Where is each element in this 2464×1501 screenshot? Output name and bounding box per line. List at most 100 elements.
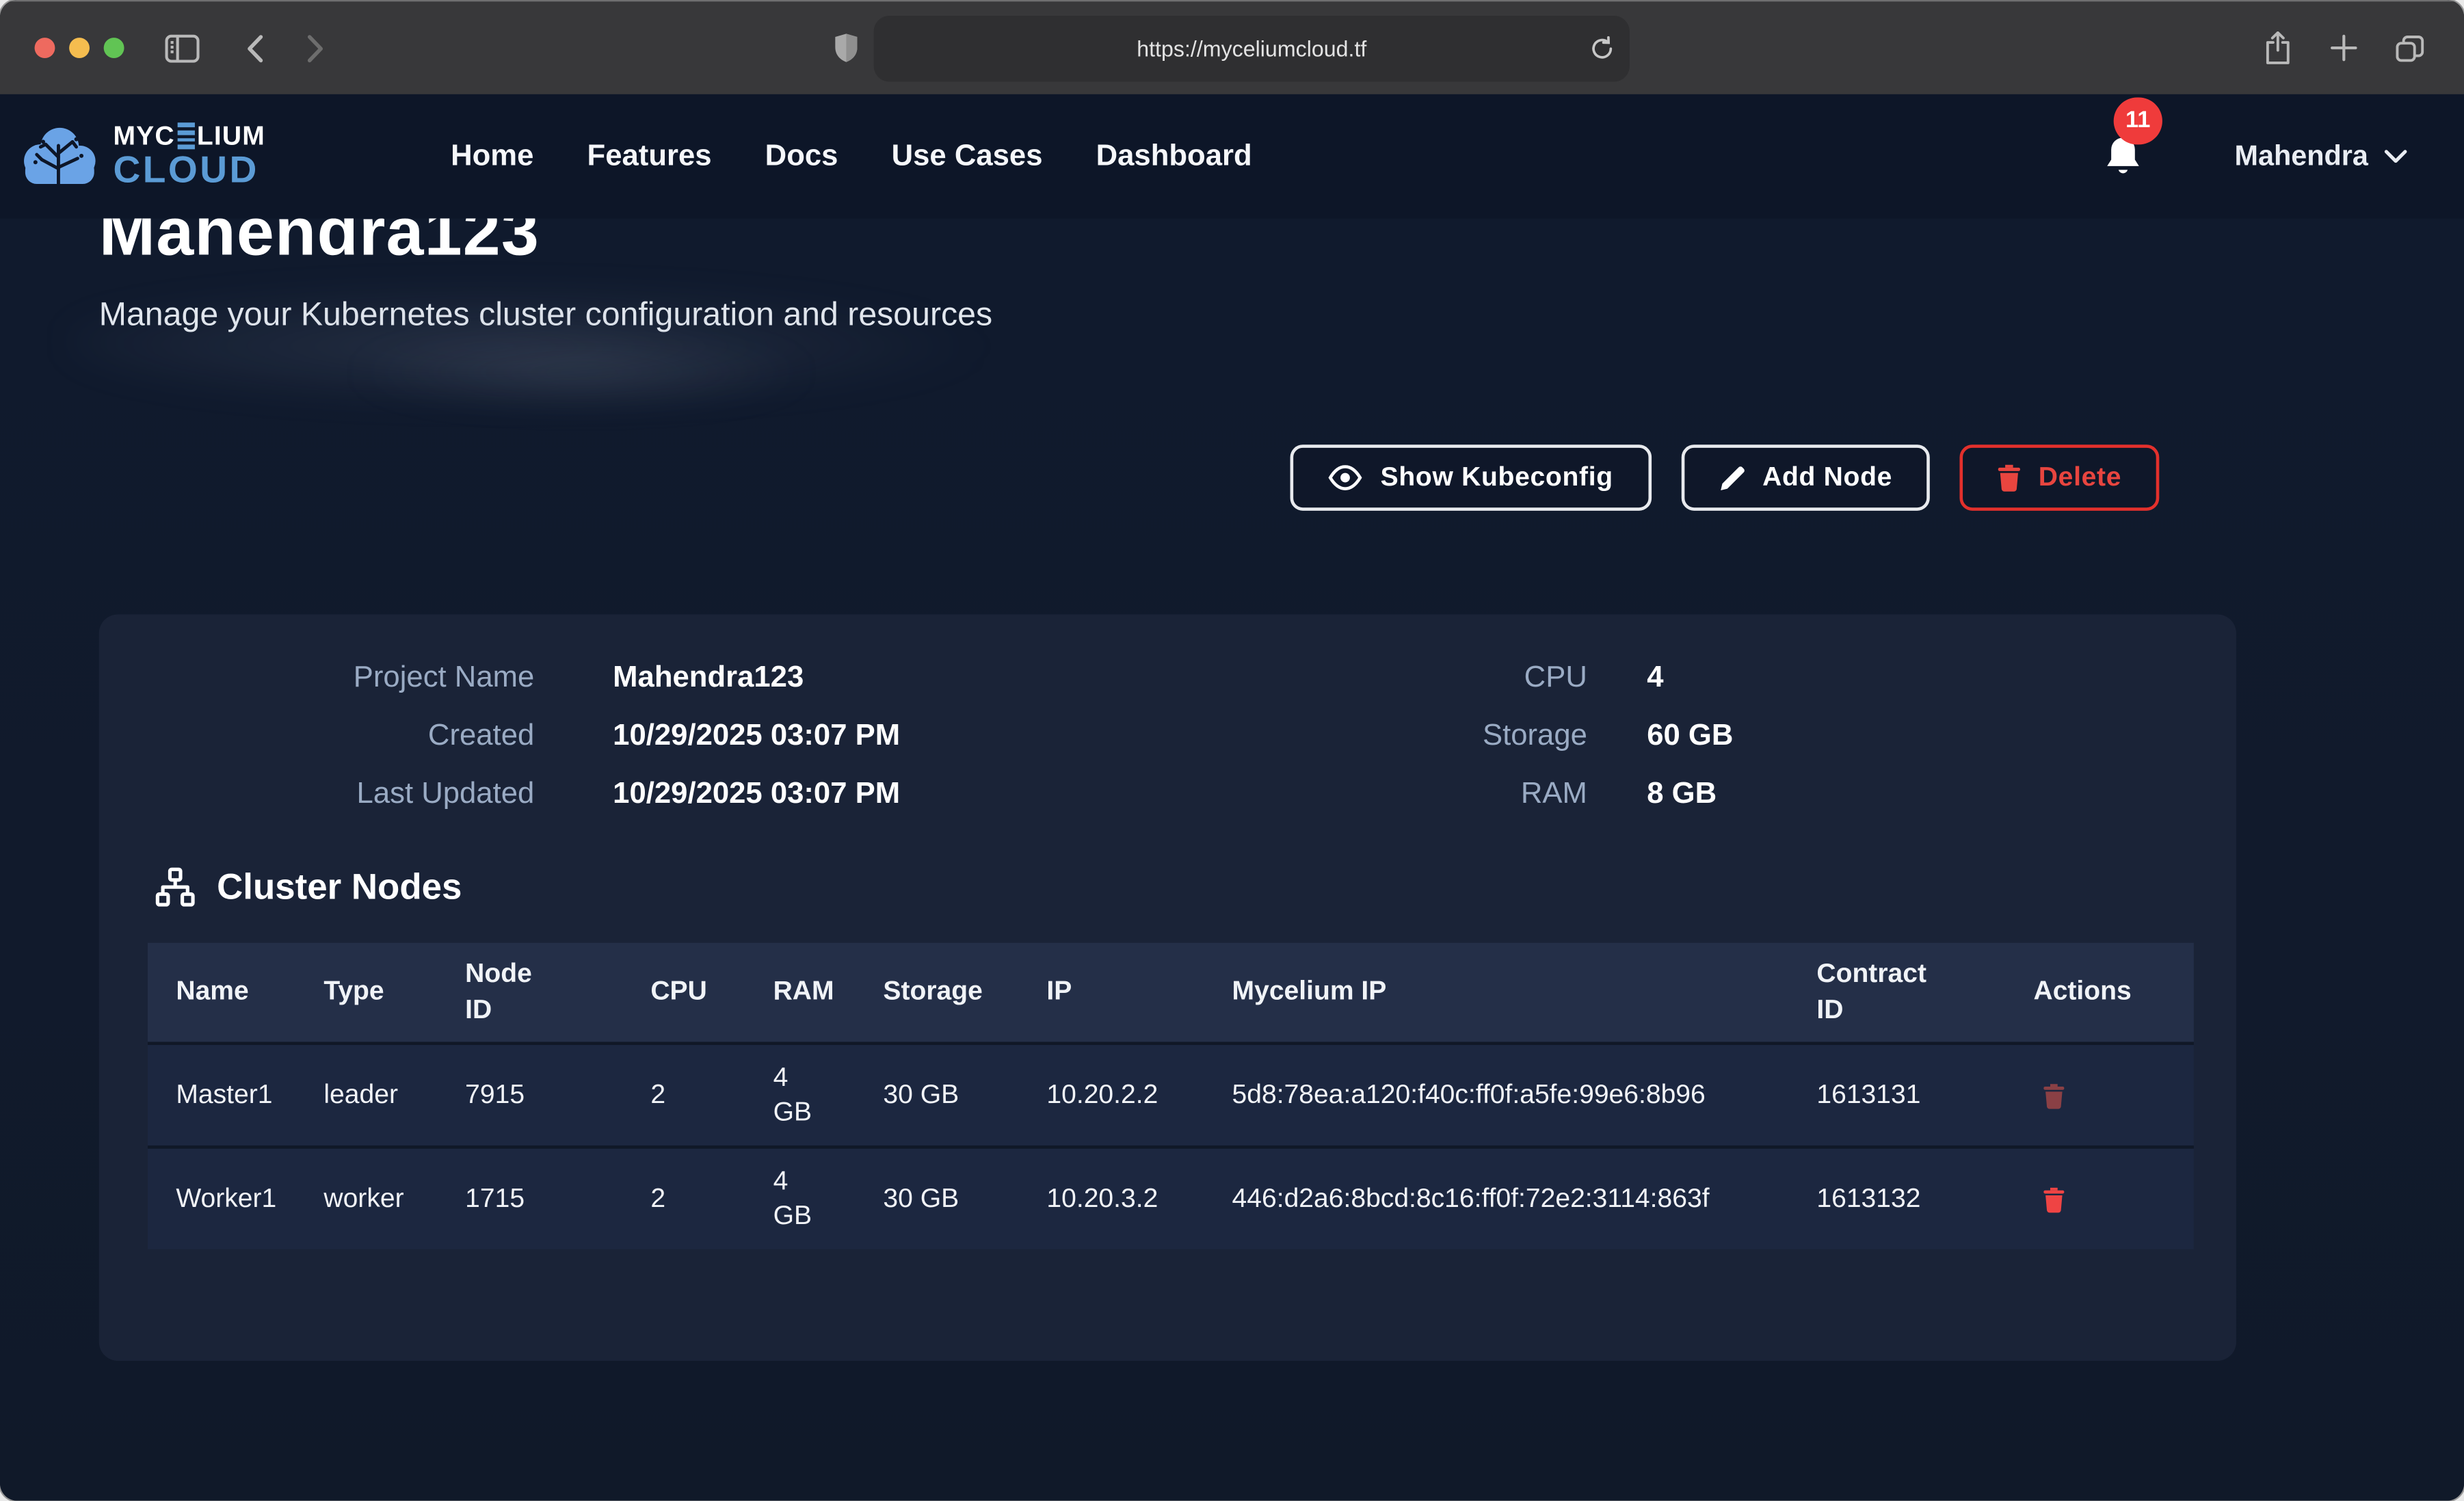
detail-label: Storage — [1351, 719, 1587, 754]
node-ram: 4 GB — [773, 1061, 884, 1130]
pencil-icon — [1719, 464, 1745, 491]
trash-icon — [2043, 1186, 2065, 1212]
notification-count-badge: 11 — [2114, 96, 2162, 144]
screen: https://myceliumcloud.tf — [0, 0, 2464, 1500]
forward-button[interactable] — [291, 25, 338, 72]
nav-item-dashboard[interactable]: Dashboard — [1096, 139, 1252, 174]
node-cpu: 2 — [650, 1182, 773, 1217]
node-storage: 30 GB — [883, 1182, 1046, 1217]
delete-cluster-button[interactable]: Delete — [1960, 444, 2159, 511]
address-bar[interactable]: https://myceliumcloud.tf — [874, 15, 1630, 81]
node-contract-id: 1613132 — [1816, 1182, 2033, 1217]
ram-value: 8 GB — [1647, 778, 2173, 812]
tab-overview-icon[interactable] — [2385, 25, 2433, 72]
project-name-value: Mahendra123 — [613, 661, 1351, 696]
detail-label: CPU — [1351, 661, 1587, 696]
detail-label: Last Updated — [157, 778, 534, 812]
detail-row: CPU 4 — [1351, 661, 2173, 696]
page-subtitle: Manage your Kubernetes cluster configura… — [99, 297, 2236, 334]
back-button[interactable] — [231, 25, 278, 72]
close-window-button[interactable] — [35, 38, 55, 58]
node-storage: 30 GB — [883, 1078, 1046, 1113]
node-contract-id: 1613131 — [1816, 1078, 2033, 1113]
detail-row: RAM 8 GB — [1351, 778, 2173, 812]
main-nav: Home Features Docs Use Cases Dashboard — [451, 139, 1252, 174]
nav-item-use-cases[interactable]: Use Cases — [892, 139, 1043, 174]
detail-label: RAM — [1351, 778, 1587, 812]
cluster-details-panel: Project Name Mahendra123 Created 10/29/2… — [99, 614, 2236, 1361]
notifications-bell-icon[interactable]: 11 — [2103, 134, 2144, 178]
cpu-value: 4 — [1647, 661, 2173, 696]
node-type: leader — [323, 1078, 465, 1113]
delete-node-button[interactable] — [2033, 1186, 2065, 1212]
col-actions: Actions — [2033, 975, 2159, 1010]
nav-item-features[interactable]: Features — [587, 139, 712, 174]
col-ip: IP — [1046, 975, 1232, 1010]
page-content: Mahendra123 Manage your Kubernetes clust… — [0, 218, 2464, 1500]
url-text: https://myceliumcloud.tf — [1137, 36, 1366, 61]
detail-row: Created 10/29/2025 03:07 PM — [157, 719, 1351, 754]
col-type: Type — [323, 975, 465, 1010]
col-ram: RAM — [773, 975, 884, 1010]
app-header: MYC LIUM CLOUD Home Features Docs Use Ca… — [0, 94, 2464, 219]
network-nodes-icon — [154, 866, 196, 908]
traffic-lights — [35, 38, 124, 58]
node-name: Master1 — [176, 1078, 323, 1113]
node-ip: 10.20.2.2 — [1046, 1078, 1232, 1113]
zoom-window-button[interactable] — [104, 38, 124, 58]
cluster-actions-toolbar: Show Kubeconfig Add Node — [99, 444, 2160, 511]
nav-item-docs[interactable]: Docs — [765, 139, 838, 174]
cluster-nodes-heading: Cluster Nodes — [154, 866, 2236, 908]
node-id: 1715 — [465, 1182, 650, 1217]
eye-icon — [1329, 465, 1364, 490]
table-row-worker1: Worker1 worker 1715 2 4 GB 30 GB 10.20.3… — [148, 1145, 2194, 1249]
node-name: Worker1 — [176, 1182, 323, 1217]
user-menu[interactable]: Mahendra — [2235, 140, 2408, 173]
share-icon[interactable] — [2253, 25, 2301, 72]
show-kubeconfig-button[interactable]: Show Kubeconfig — [1291, 444, 1651, 511]
blur-artifact — [346, 341, 817, 404]
cluster-nodes-table: Name Type Node ID CPU RAM Storage IP Myc… — [148, 943, 2194, 1249]
add-node-button[interactable]: Add Node — [1681, 444, 1931, 511]
table-row-master1: Master1 leader 7915 2 4 GB 30 GB 10.20.2… — [148, 1042, 2194, 1146]
node-ip: 10.20.3.2 — [1046, 1182, 1232, 1217]
col-mycelium-ip: Mycelium IP — [1232, 975, 1817, 1010]
cluster-details: Project Name Mahendra123 Created 10/29/2… — [99, 661, 2236, 812]
mycelium-cloud-logo[interactable]: MYC LIUM CLOUD — [19, 122, 265, 190]
logo-word-cloud: CLOUD — [113, 152, 265, 190]
new-tab-icon[interactable] — [2320, 25, 2367, 72]
minimize-window-button[interactable] — [69, 38, 90, 58]
col-node-id: Node ID — [465, 957, 650, 1027]
storage-value: 60 GB — [1647, 719, 2173, 754]
privacy-shield-icon[interactable] — [834, 33, 858, 63]
delete-node-button[interactable] — [2033, 1082, 2065, 1108]
detail-label: Project Name — [157, 661, 534, 696]
browser-chrome: https://myceliumcloud.tf — [0, 0, 2464, 94]
sidebar-toggle-icon[interactable] — [159, 25, 206, 72]
logo-e-glyph — [177, 123, 194, 149]
node-type: worker — [323, 1182, 465, 1217]
detail-label: Created — [157, 719, 534, 754]
detail-row: Last Updated 10/29/2025 03:07 PM — [157, 778, 1351, 812]
col-contract-id: Contract ID — [1816, 957, 2033, 1027]
trash-icon — [1998, 464, 2021, 492]
node-id: 7915 — [465, 1078, 650, 1113]
logo-word-mycelium: MYC LIUM — [113, 122, 265, 149]
reload-icon[interactable] — [1590, 36, 1613, 61]
last-updated-value: 10/29/2025 03:07 PM — [613, 778, 1351, 812]
detail-row: Storage 60 GB — [1351, 719, 2173, 754]
user-name: Mahendra — [2235, 140, 2368, 173]
cloud-tree-icon — [19, 123, 101, 189]
nav-item-home[interactable]: Home — [451, 139, 533, 174]
chevron-down-icon — [2384, 149, 2407, 163]
table-header-row: Name Type Node ID CPU RAM Storage IP Myc… — [148, 943, 2194, 1042]
created-value: 10/29/2025 03:07 PM — [613, 719, 1351, 754]
col-cpu: CPU — [650, 975, 773, 1010]
browser-window: https://myceliumcloud.tf — [0, 0, 2464, 1500]
detail-row: Project Name Mahendra123 — [157, 661, 1351, 696]
node-mycelium-ip: 446:d2a6:8bcd:8c16:ff0f:72e2:3114:863f — [1232, 1181, 1817, 1217]
node-ram: 4 GB — [773, 1165, 884, 1234]
col-name: Name — [176, 975, 323, 1010]
node-cpu: 2 — [650, 1078, 773, 1113]
node-mycelium-ip: 5d8:78ea:a120:f40c:ff0f:a5fe:99e6:8b96 — [1232, 1077, 1817, 1113]
